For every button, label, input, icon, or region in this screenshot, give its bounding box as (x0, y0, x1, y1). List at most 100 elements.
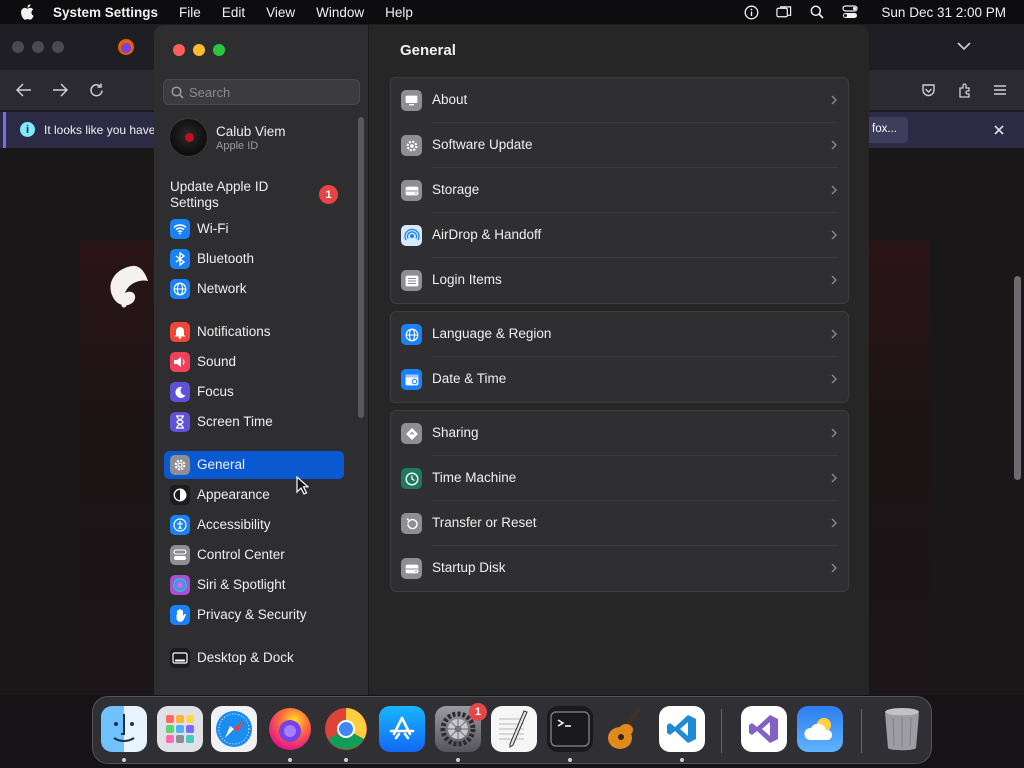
system-settings-window: Calub Viem Apple ID Update Apple ID Sett… (154, 25, 869, 695)
row-label: Storage (432, 182, 480, 197)
menu-view[interactable]: View (266, 5, 295, 20)
browser-zoom-button[interactable] (52, 41, 64, 53)
update-apple-id-settings[interactable]: Update Apple ID Settings (170, 179, 300, 211)
hamburger-menu-icon[interactable] (990, 80, 1010, 100)
sidebar-item-appearance[interactable]: Appearance (164, 481, 344, 509)
startup-disk-icon (401, 558, 422, 579)
row-label: Time Machine (432, 470, 517, 485)
sidebar-item-label: Wi-Fi (197, 221, 229, 236)
row-login-items[interactable]: Login Items (391, 258, 848, 303)
accessibility-icon (170, 515, 190, 535)
pocket-icon[interactable] (918, 80, 938, 100)
sidebar-item-accessibility[interactable]: Accessibility (164, 511, 344, 539)
list-icon (401, 270, 422, 291)
row-date-time[interactable]: Date & Time (391, 357, 848, 402)
firefox-icon[interactable] (267, 706, 313, 752)
row-label: Software Update (432, 137, 533, 152)
launchpad-icon[interactable] (157, 706, 203, 752)
sidebar-item-notifications[interactable]: Notifications (164, 318, 344, 346)
app-store-icon[interactable] (379, 706, 425, 752)
sidebar-item-focus[interactable]: Focus (164, 378, 344, 406)
finder-icon[interactable] (101, 706, 147, 752)
weather-icon[interactable] (797, 706, 843, 752)
sidebar-item-sound[interactable]: Sound (164, 348, 344, 376)
row-software-update[interactable]: Software Update (391, 123, 848, 168)
appearance-icon (170, 485, 190, 505)
vscode-icon[interactable] (659, 706, 705, 752)
sidebar-scrollbar[interactable] (358, 117, 364, 418)
row-label: Date & Time (432, 371, 507, 386)
firefox-tab-icon[interactable] (117, 38, 135, 56)
search-input[interactable] (189, 84, 354, 101)
dock: 1 (92, 696, 932, 764)
close-button[interactable] (173, 44, 185, 56)
menu-window[interactable]: Window (316, 5, 364, 20)
settings-group-1: About Software Update Storage AirDrop & Han… (390, 77, 849, 304)
sidebar-item-privacy-security[interactable]: Privacy & Security (164, 601, 344, 629)
notification-close-icon[interactable] (992, 123, 1006, 137)
control-center-icon (170, 545, 190, 565)
sidebar-item-wi-fi[interactable]: Wi-Fi (164, 215, 344, 243)
row-label: Login Items (432, 272, 502, 287)
apple-logo-icon[interactable] (20, 4, 34, 20)
sidebar-item-label: Accessibility (197, 517, 271, 532)
chevron-right-icon (831, 140, 837, 150)
notification-message: It looks like you have (44, 123, 156, 137)
sidebar-item-siri-spotlight[interactable]: Siri & Spotlight (164, 571, 344, 599)
browser-minimize-button[interactable] (32, 41, 44, 53)
row-storage[interactable]: Storage (391, 168, 848, 213)
settings-dock-badge: 1 (469, 703, 487, 721)
menu-file[interactable]: File (179, 5, 201, 20)
sidebar-item-desktop-dock[interactable]: Desktop & Dock (164, 644, 344, 672)
account-subtitle: Apple ID (216, 140, 259, 152)
textedit-icon[interactable] (491, 706, 537, 752)
row-startup-disk[interactable]: Startup Disk (391, 546, 848, 591)
forward-arrow-icon[interactable] (50, 80, 70, 100)
search-field[interactable] (163, 79, 360, 105)
sharing-icon (401, 423, 422, 444)
menu-help[interactable]: Help (385, 5, 413, 20)
menu-edit[interactable]: Edit (222, 5, 245, 20)
dock-separator (861, 709, 862, 753)
extensions-icon[interactable] (954, 80, 974, 100)
control-center-menu-icon[interactable] (842, 4, 859, 20)
reload-icon[interactable] (86, 80, 106, 100)
spotlight-search-icon[interactable] (809, 4, 825, 20)
screen-mirroring-icon[interactable] (776, 4, 792, 20)
menu-app-name[interactable]: System Settings (53, 5, 158, 20)
safari-icon[interactable] (211, 706, 257, 752)
sidebar-item-label: Focus (197, 384, 234, 399)
row-language-region[interactable]: Language & Region (391, 312, 848, 357)
menu-clock[interactable]: Sun Dec 31 2:00 PM (881, 5, 1006, 20)
sidebar-item-general[interactable]: General (164, 451, 344, 479)
visual-studio-icon[interactable] (741, 706, 787, 752)
sidebar-item-bluetooth[interactable]: Bluetooth (164, 245, 344, 273)
chevron-right-icon (831, 563, 837, 573)
garageband-icon[interactable] (603, 706, 649, 752)
row-time-machine[interactable]: Time Machine (391, 456, 848, 501)
sidebar-item-network[interactable]: Network (164, 275, 344, 303)
chrome-icon[interactable] (323, 706, 369, 752)
minimize-button[interactable] (193, 44, 205, 56)
sidebar-item-screen-time[interactable]: Screen Time (164, 408, 344, 436)
browser-scrollbar[interactable] (1014, 276, 1021, 480)
avatar (169, 118, 208, 157)
settings-group-2: Language & Region Date & Time (390, 311, 849, 403)
disk-icon (401, 180, 422, 201)
info-menu-icon[interactable] (743, 4, 759, 20)
browser-close-button[interactable] (12, 41, 24, 53)
sidebar-item-control-center[interactable]: Control Center (164, 541, 344, 569)
back-arrow-icon[interactable] (14, 80, 34, 100)
tab-list-chevron-icon[interactable] (957, 41, 971, 51)
terminal-icon[interactable] (547, 706, 593, 752)
apple-id-account[interactable]: Calub Viem Apple ID (169, 118, 359, 158)
zoom-button[interactable] (213, 44, 225, 56)
trash-icon[interactable] (879, 706, 925, 752)
row-about[interactable]: About (391, 78, 848, 123)
row-sharing[interactable]: Sharing (391, 411, 848, 456)
sidebar-item-label: Appearance (197, 487, 270, 502)
bell-icon (170, 322, 190, 342)
running-indicator (288, 758, 292, 762)
row-airdrop-handoff[interactable]: AirDrop & Handoff (391, 213, 848, 258)
row-transfer-or-reset[interactable]: Transfer or Reset (391, 501, 848, 546)
